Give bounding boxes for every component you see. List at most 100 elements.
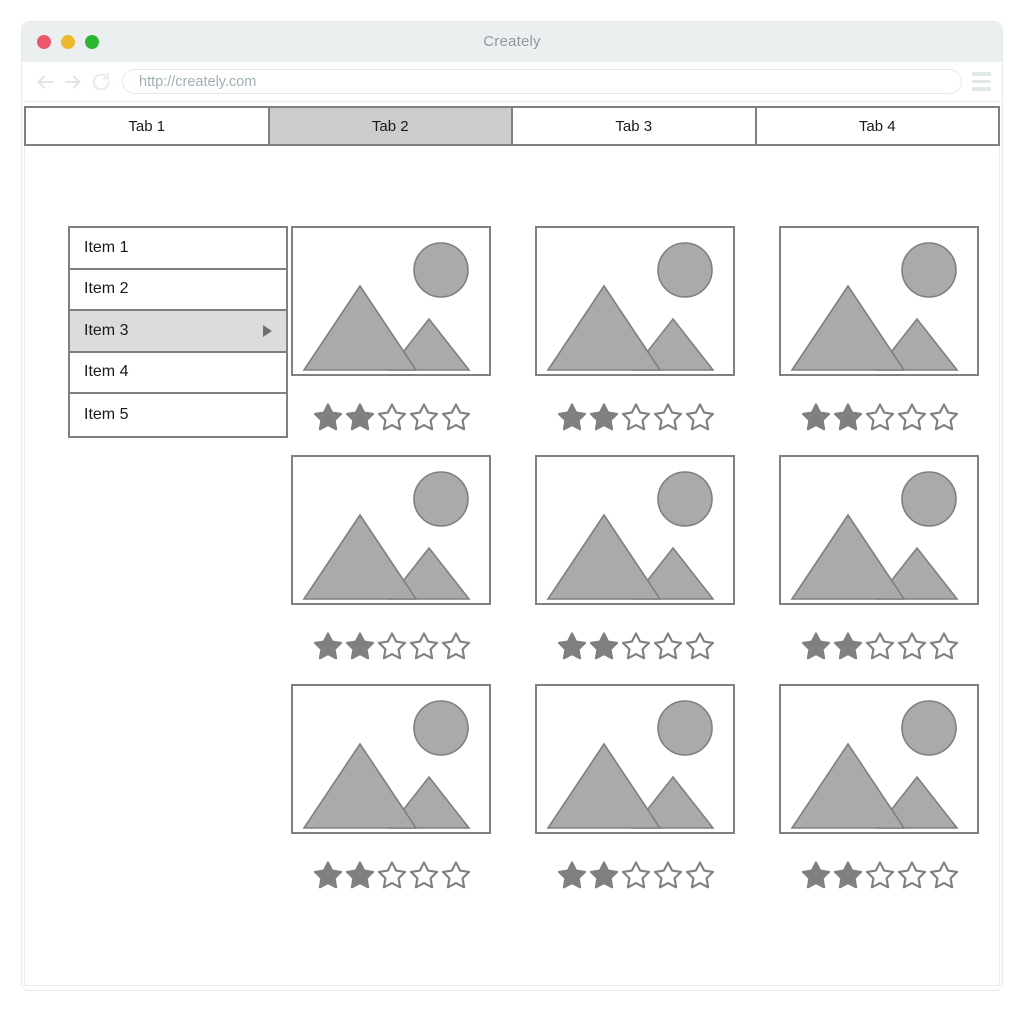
star-icon[interactable] [801,860,831,889]
image-placeholder[interactable] [291,684,491,834]
image-placeholder[interactable] [535,684,735,834]
image-card[interactable] [291,226,491,431]
star-icon[interactable] [897,402,927,431]
address-bar-text: http://creately.com [139,73,257,90]
star-rating[interactable] [291,402,491,431]
tab-bar: Tab 1 Tab 2 Tab 3 Tab 4 [24,106,1000,146]
star-icon[interactable] [441,631,471,660]
image-card[interactable] [535,455,735,660]
star-icon[interactable] [653,631,683,660]
image-placeholder-icon [546,471,715,600]
star-icon[interactable] [833,402,863,431]
star-icon[interactable] [409,860,439,889]
star-icon[interactable] [865,402,895,431]
image-placeholder-icon [302,242,471,371]
star-icon[interactable] [345,402,375,431]
star-icon[interactable] [865,631,895,660]
star-icon[interactable] [929,402,959,431]
image-placeholder[interactable] [291,455,491,605]
star-icon[interactable] [377,402,407,431]
star-icon[interactable] [685,860,715,889]
image-placeholder-icon [302,700,471,829]
star-icon[interactable] [345,860,375,889]
image-card[interactable] [779,684,979,889]
star-rating[interactable] [291,860,491,889]
image-card[interactable] [779,226,979,431]
image-placeholder-icon [790,471,959,600]
browser-window: Creately http://creately.com Tab 1 Tab 2… [22,22,1002,990]
star-icon[interactable] [801,402,831,431]
tab-label: Tab 1 [128,117,166,135]
browser-toolbar: http://creately.com [22,62,1002,102]
sidebar-item-5[interactable]: Item 5 [70,394,286,436]
image-placeholder-icon [546,242,715,371]
star-icon[interactable] [441,402,471,431]
image-placeholder[interactable] [535,226,735,376]
image-card[interactable] [291,455,491,660]
image-card[interactable] [779,455,979,660]
star-rating[interactable] [779,631,979,660]
star-icon[interactable] [621,860,651,889]
star-icon[interactable] [377,860,407,889]
star-icon[interactable] [865,860,895,889]
star-icon[interactable] [589,402,619,431]
star-icon[interactable] [345,631,375,660]
image-placeholder[interactable] [291,226,491,376]
tab-3[interactable]: Tab 3 [511,106,757,146]
image-card[interactable] [291,684,491,889]
star-rating[interactable] [535,402,735,431]
arrow-left-icon[interactable] [32,69,58,95]
star-icon[interactable] [557,860,587,889]
sidebar-item-1[interactable]: Item 1 [70,228,286,270]
sidebar-item-3[interactable]: Item 3 [70,311,286,353]
star-icon[interactable] [313,402,343,431]
sidebar-item-4[interactable]: Item 4 [70,352,286,394]
image-card[interactable] [535,226,735,431]
star-icon[interactable] [589,860,619,889]
submenu-arrow-icon [263,324,272,337]
star-icon[interactable] [621,631,651,660]
star-icon[interactable] [409,402,439,431]
star-rating[interactable] [291,631,491,660]
star-icon[interactable] [897,631,927,660]
image-card[interactable] [535,684,735,889]
image-placeholder[interactable] [535,455,735,605]
tab-1[interactable]: Tab 1 [24,106,270,146]
star-icon[interactable] [313,631,343,660]
address-bar[interactable]: http://creately.com [122,69,962,94]
star-icon[interactable] [801,631,831,660]
sidebar-item-2[interactable]: Item 2 [70,269,286,311]
image-placeholder[interactable] [779,226,979,376]
image-placeholder[interactable] [779,684,979,834]
star-icon[interactable] [929,631,959,660]
star-icon[interactable] [313,860,343,889]
star-rating[interactable] [535,631,735,660]
star-icon[interactable] [653,402,683,431]
reload-icon[interactable] [88,69,114,95]
star-icon[interactable] [653,860,683,889]
star-rating[interactable] [779,860,979,889]
star-icon[interactable] [409,631,439,660]
star-icon[interactable] [833,860,863,889]
star-icon[interactable] [557,402,587,431]
star-icon[interactable] [557,631,587,660]
image-placeholder-icon [790,700,959,829]
star-rating[interactable] [535,860,735,889]
image-placeholder[interactable] [779,455,979,605]
star-icon[interactable] [929,860,959,889]
star-icon[interactable] [897,860,927,889]
star-icon[interactable] [685,631,715,660]
star-icon[interactable] [621,402,651,431]
tab-2[interactable]: Tab 2 [267,106,513,146]
arrow-right-icon[interactable] [60,69,86,95]
star-rating[interactable] [779,402,979,431]
tab-4[interactable]: Tab 4 [754,106,1000,146]
star-icon[interactable] [377,631,407,660]
star-icon[interactable] [833,631,863,660]
star-icon[interactable] [685,402,715,431]
hamburger-menu-icon[interactable] [968,69,994,95]
star-icon[interactable] [589,631,619,660]
page-content: Tab 1 Tab 2 Tab 3 Tab 4 Item 1 Item 2 Item 3I… [22,102,1002,990]
star-icon[interactable] [441,860,471,889]
tab-label: Tab 2 [371,117,409,135]
